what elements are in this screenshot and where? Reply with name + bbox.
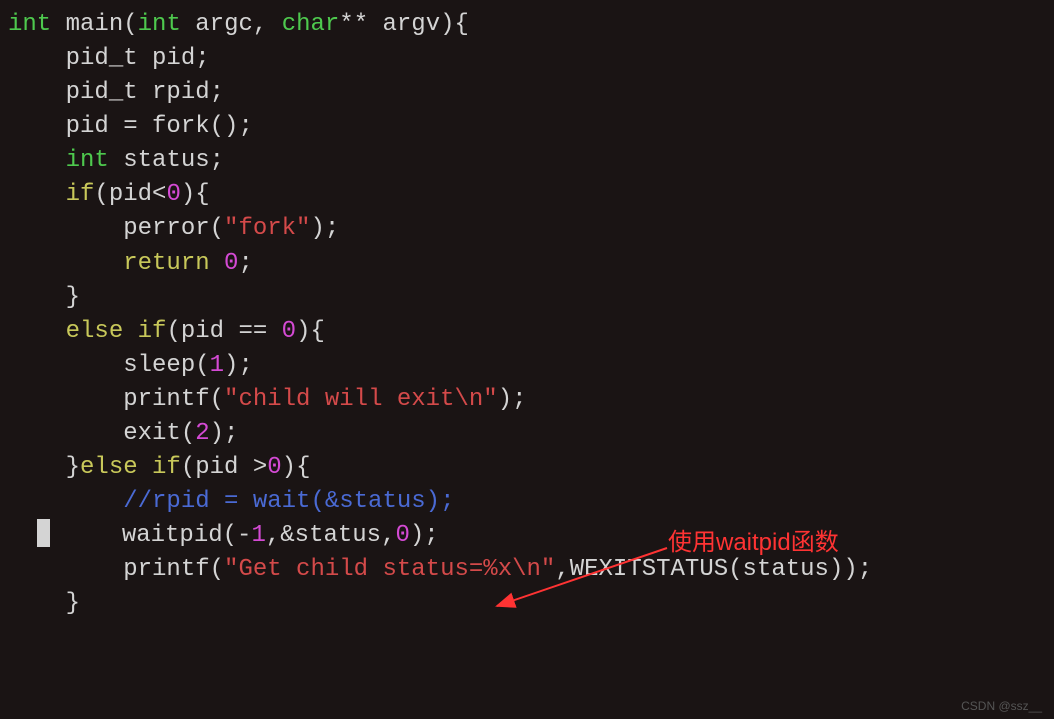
code-line: if(pid<0){ xyxy=(0,178,1054,212)
code-line: printf("child will exit\n"); xyxy=(0,383,1054,417)
code-line: exit(2); xyxy=(0,417,1054,451)
code-line: int main(int argc, char** argv){ xyxy=(0,8,1054,42)
code-line: pid_t pid; xyxy=(0,42,1054,76)
code-line: waitpid(-1,&status,0); xyxy=(0,519,1054,553)
code-line: pid_t rpid; xyxy=(0,76,1054,110)
code-line: } xyxy=(0,587,1054,621)
code-line: else if(pid == 0){ xyxy=(0,315,1054,349)
code-line: return 0; xyxy=(0,247,1054,281)
code-line: int status; xyxy=(0,144,1054,178)
code-line: perror("fork"); xyxy=(0,212,1054,246)
code-line: sleep(1); xyxy=(0,349,1054,383)
code-line: pid = fork(); xyxy=(0,110,1054,144)
type-keyword: int xyxy=(8,11,51,38)
code-line: printf("Get child status=%x\n",WEXITSTAT… xyxy=(0,553,1054,587)
watermark: CSDN @ssz__ xyxy=(961,699,1042,713)
code-line: }else if(pid >0){ xyxy=(0,451,1054,485)
annotation-label: 使用waitpid函数 xyxy=(668,522,839,557)
text-cursor xyxy=(37,519,50,547)
code-line: //rpid = wait(&status); xyxy=(0,485,1054,519)
code-line: } xyxy=(0,281,1054,315)
code-editor[interactable]: int main(int argc, char** argv){ pid_t p… xyxy=(0,8,1054,621)
